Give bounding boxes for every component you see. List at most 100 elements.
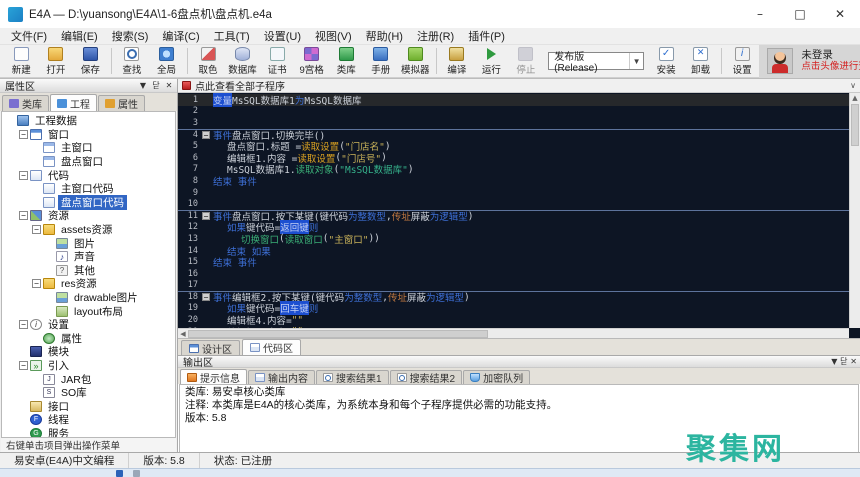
tree-item[interactable]: 接口 [6, 399, 175, 413]
scroll-left-icon[interactable]: ◀ [178, 330, 188, 338]
toolbar-button-emu[interactable]: 模拟器 [398, 46, 433, 77]
code-line[interactable]: 17 [178, 280, 849, 292]
collapse-icon[interactable]: − [19, 211, 28, 220]
tree-item[interactable]: F线程 [6, 413, 175, 427]
tree-item[interactable]: −代码 [6, 168, 175, 182]
code-line[interactable]: 3 [178, 117, 849, 129]
code-line[interactable]: 1变量 MsSQL数据库1 为 MsSQL数据库 [178, 94, 849, 106]
tree-item[interactable]: 盘点窗口 [6, 155, 175, 169]
collapse-icon[interactable]: − [19, 320, 28, 329]
collapse-icon[interactable]: − [32, 225, 41, 234]
code-line[interactable]: 15结束 事件 [178, 256, 849, 268]
tree-item[interactable]: −资源 [6, 209, 175, 223]
collapse-icon[interactable]: − [32, 279, 41, 288]
collapse-icon[interactable]: − [19, 171, 28, 180]
menu-item[interactable]: 搜索(S) [105, 28, 156, 44]
taskbar-icon[interactable] [116, 470, 123, 477]
tree-item[interactable]: drawable图片 [6, 291, 175, 305]
toolbar-button-grid9[interactable]: 9宫格 [294, 46, 329, 77]
toolbar-button-settings[interactable]: i设置 [725, 46, 760, 77]
code-line[interactable]: 10 [178, 198, 849, 210]
editor-vertical-scrollbar[interactable]: ▲ [849, 93, 860, 328]
taskbar-icon[interactable] [133, 470, 140, 477]
output-close-icon[interactable]: ✕ [850, 357, 857, 366]
output-dropdown-icon[interactable]: ▼ [831, 357, 837, 366]
login-box[interactable]: 未登录 点击头像进行登录 [759, 45, 860, 78]
tree-item[interactable]: −i设置 [6, 318, 175, 332]
tree-item[interactable]: ?其他 [6, 264, 175, 278]
tree-item[interactable]: layout布局 [6, 304, 175, 318]
toolbar-button-lib[interactable]: 类库 [329, 46, 364, 77]
menu-item[interactable]: 帮助(H) [359, 28, 410, 44]
sidebar-tab-lib[interactable]: 类库 [2, 95, 49, 111]
fold-toggle[interactable]: − [202, 293, 213, 301]
editor-header-label[interactable]: 点此查看全部子程序 [195, 78, 285, 93]
tree-item[interactable]: SSO库 [6, 386, 175, 400]
tree-item[interactable]: −窗口 [6, 128, 175, 142]
collapse-icon[interactable]: − [19, 361, 28, 370]
editor-horizontal-scrollbar[interactable]: ◀ [178, 328, 849, 338]
tree-item[interactable]: −res资源 [6, 277, 175, 291]
collapse-icon[interactable]: − [202, 131, 210, 139]
toolbar-button-open[interactable]: 打开 [39, 46, 74, 77]
output-tab-doc[interactable]: 输出内容 [248, 370, 315, 384]
menu-item[interactable]: 工具(T) [207, 28, 257, 44]
output-pin-icon[interactable]: 닫 [840, 357, 847, 366]
fold-toggle[interactable]: − [202, 131, 213, 139]
scroll-up-icon[interactable]: ▲ [850, 93, 860, 103]
output-tab-search[interactable]: 搜索结果2 [390, 370, 463, 384]
output-tab-tip[interactable]: 提示信息 [180, 369, 247, 384]
horizontal-scroll-thumb[interactable] [188, 330, 488, 338]
login-hint[interactable]: 点击头像进行登录 [801, 61, 860, 73]
toolbar-button-manual[interactable]: 手册 [363, 46, 398, 77]
close-button[interactable]: ✕ [820, 0, 860, 28]
panel-pin-icon[interactable]: 닫 [151, 80, 161, 91]
tree-item[interactable]: ♪声音 [6, 250, 175, 264]
chevron-down-icon[interactable]: ∨ [850, 81, 856, 90]
toolbar-button-save[interactable]: 保存 [73, 46, 108, 77]
menu-item[interactable]: 编辑(E) [54, 28, 105, 44]
tree-item[interactable]: 工程数据 [6, 114, 175, 128]
toolbar-button-compile[interactable]: 编译 [440, 46, 475, 77]
code-line[interactable]: 16 [178, 268, 849, 280]
editor-header[interactable]: 点此查看全部子程序 ∨ [178, 79, 860, 93]
collapse-icon[interactable]: − [202, 293, 210, 301]
menu-item[interactable]: 设置(U) [257, 28, 308, 44]
tree-item[interactable]: 图片 [6, 236, 175, 250]
vertical-scroll-thumb[interactable] [851, 104, 859, 146]
tree-item[interactable]: −»引入 [6, 359, 175, 373]
toolbar-button-run[interactable]: 运行 [474, 46, 509, 77]
code-line[interactable]: 8结束 事件 [178, 175, 849, 187]
toolbar-button-cert[interactable]: 证书 [260, 46, 295, 77]
collapse-icon[interactable]: − [202, 212, 210, 220]
toolbar-button-new[interactable]: 新建 [4, 46, 39, 77]
editor-tab-code[interactable]: 代码区 [242, 339, 301, 355]
menu-item[interactable]: 编译(C) [155, 28, 206, 44]
maximize-button[interactable]: □ [780, 0, 820, 28]
toolbar-button-install[interactable]: ✓安装 [649, 46, 684, 77]
toolbar-button-uninstall[interactable]: ✕卸载 [683, 46, 718, 77]
menu-item[interactable]: 注册(R) [410, 28, 461, 44]
build-type-dropdown[interactable]: 发布版(Release)▼ [548, 52, 644, 70]
sidebar-tab-prop[interactable]: 属性 [98, 95, 145, 111]
toolbar-button-db[interactable]: 数据库 [225, 46, 260, 77]
tree-item[interactable]: 主窗口代码 [6, 182, 175, 196]
code-line[interactable]: 9 [178, 187, 849, 199]
fold-toggle[interactable]: − [202, 212, 213, 220]
menu-item[interactable]: 视图(V) [308, 28, 359, 44]
minimize-button[interactable]: – [740, 0, 780, 28]
panel-dropdown-icon[interactable]: ▼ [138, 81, 148, 90]
panel-close-icon[interactable]: ✕ [164, 81, 174, 90]
code-line[interactable]: 7MsSQL数据库1.读取对象("MsSQL数据库") [178, 164, 849, 176]
output-tab-search[interactable]: 搜索结果1 [316, 370, 389, 384]
code-line[interactable]: 2 [178, 106, 849, 118]
output-tab-shield[interactable]: 加密队列 [463, 370, 530, 384]
toolbar-button-color[interactable]: 取色 [191, 46, 226, 77]
toolbar-button-find[interactable]: 查找 [115, 46, 150, 77]
tree-item[interactable]: 模块 [6, 345, 175, 359]
editor-tab-design[interactable]: 设计区 [181, 340, 240, 355]
code-line[interactable]: 13切换窗口(读取窗口("主窗口")) [178, 233, 849, 245]
toolbar-button-global[interactable]: 全局 [149, 46, 184, 77]
menu-item[interactable]: 插件(P) [461, 28, 512, 44]
collapse-icon[interactable]: − [19, 130, 28, 139]
